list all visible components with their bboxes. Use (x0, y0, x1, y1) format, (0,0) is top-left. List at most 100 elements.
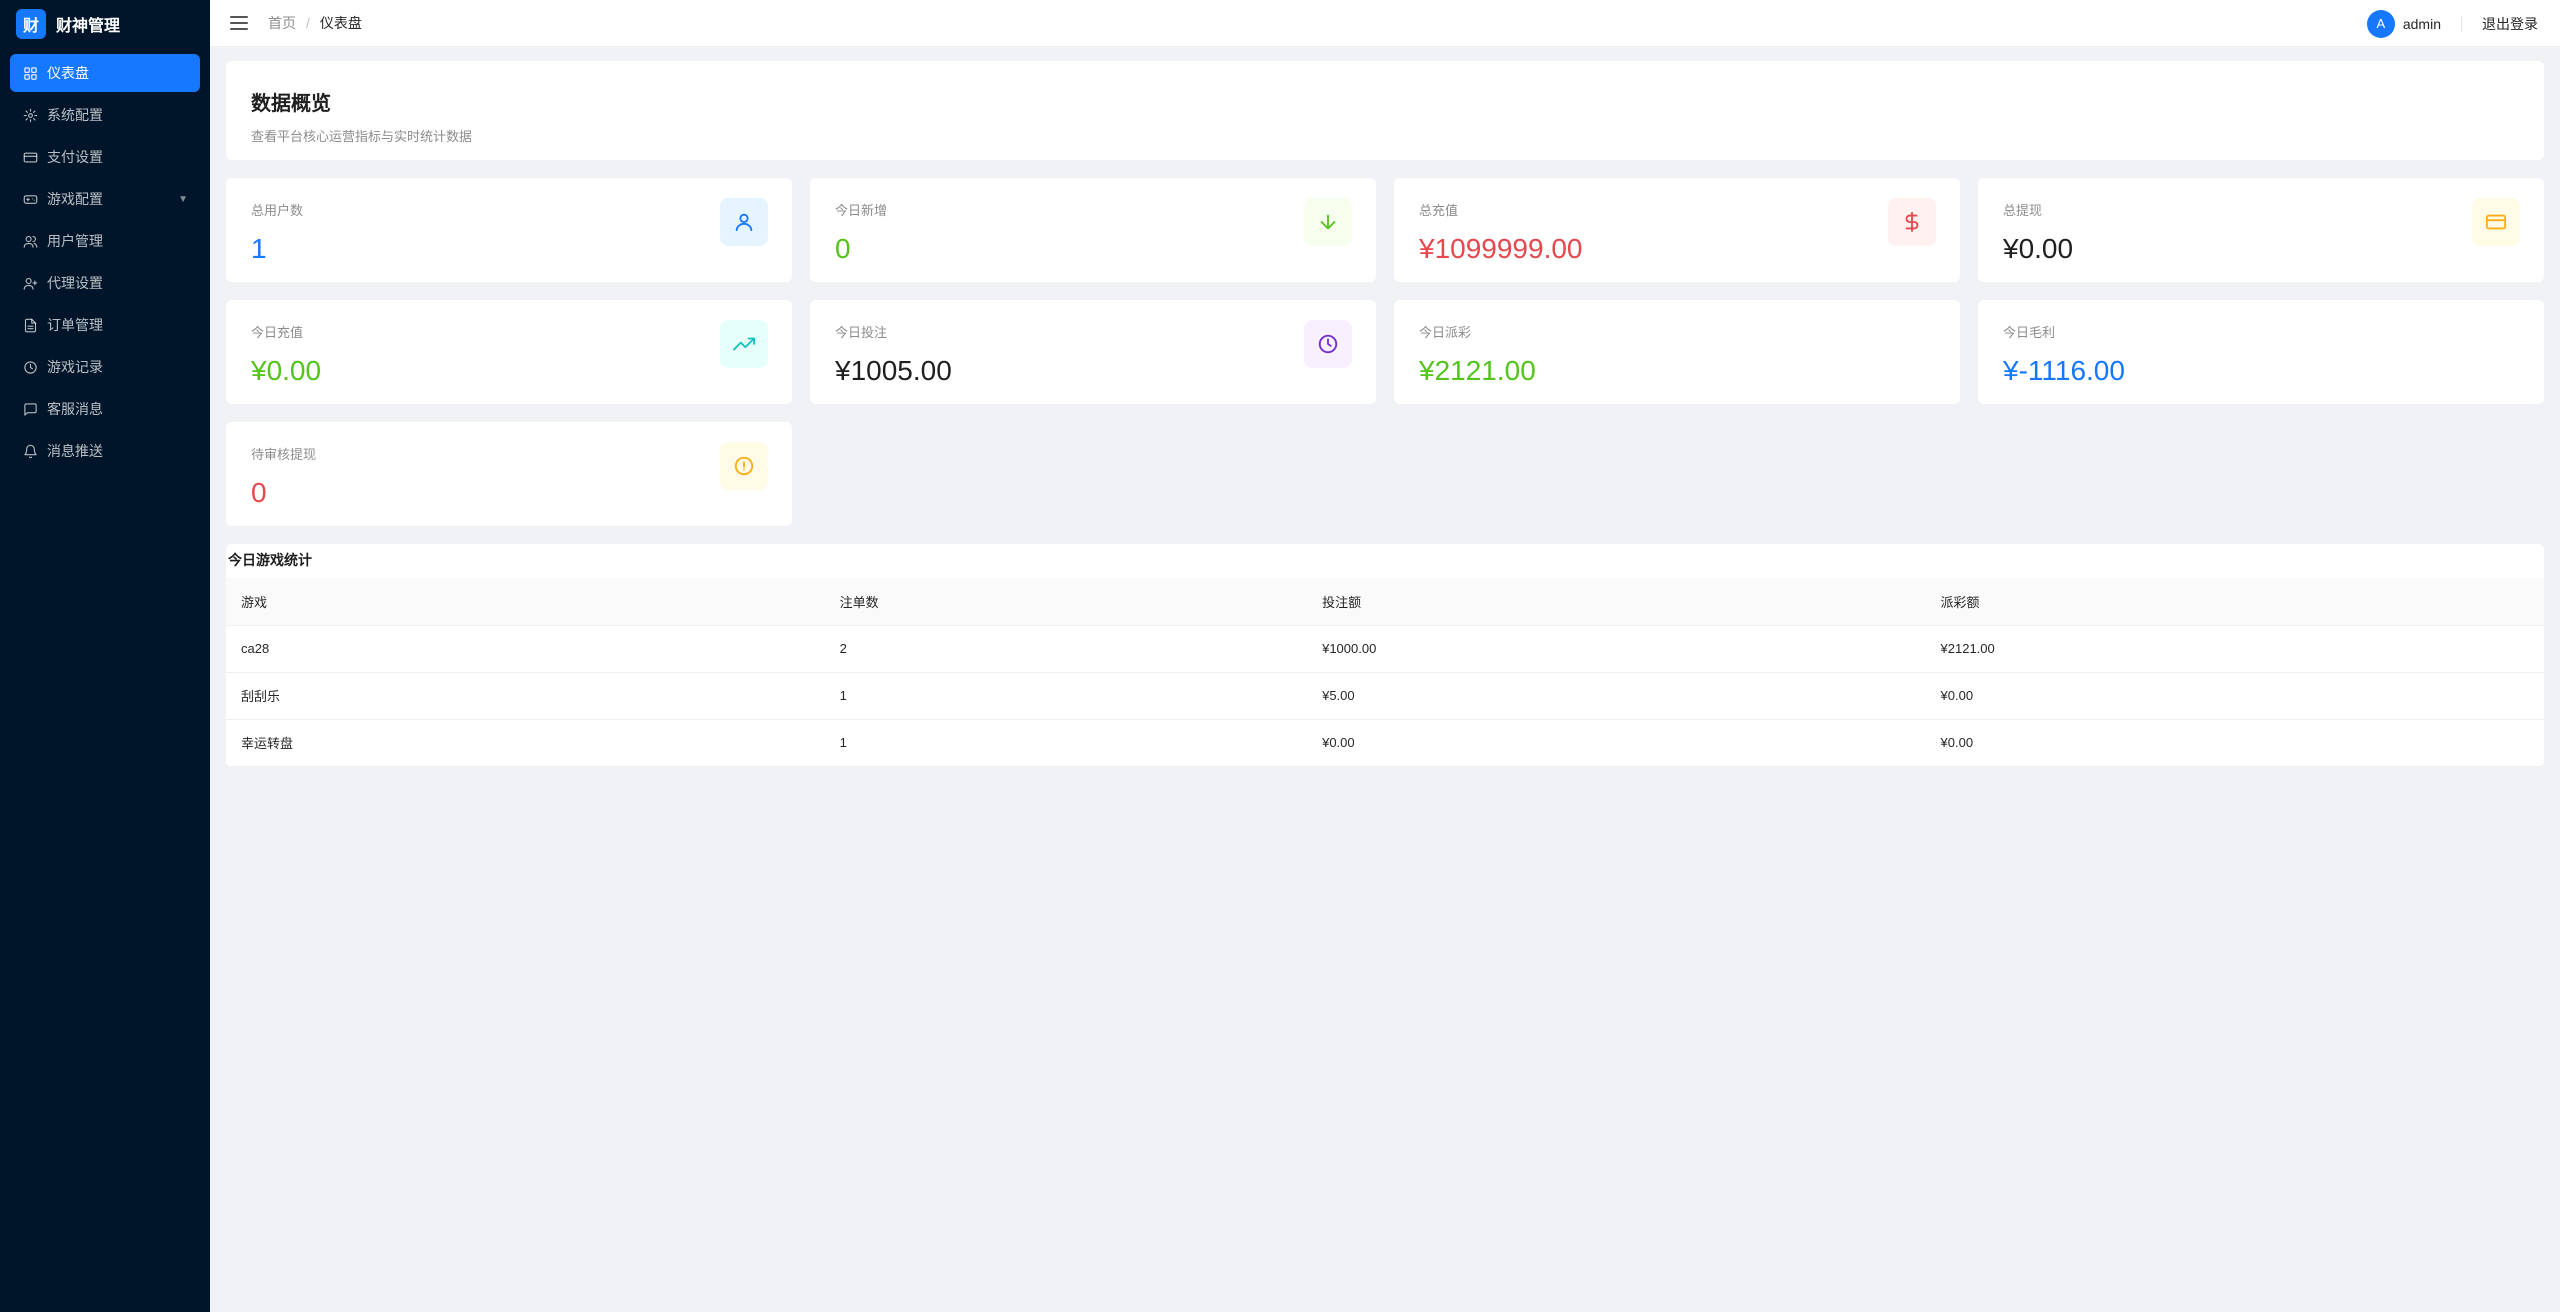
breadcrumb: 首页 / 仪表盘 (268, 13, 362, 33)
game-stats-table: 游戏 注单数 投注额 派彩额 ca28 2 ¥1000.00 ¥2121.00 刮刮乐 1 ¥5.… (226, 578, 2544, 767)
gear-icon (22, 107, 38, 123)
gamepad-icon (22, 191, 38, 207)
stat-label: 总提现 (2003, 203, 2043, 218)
table-row: 幸运转盘 1 ¥0.00 ¥0.00 (226, 719, 2544, 767)
table-cell: 2 (824, 625, 1308, 673)
sidebar-item-3[interactable]: 游戏配置 ▼ (10, 180, 200, 218)
column-header: 游戏 (226, 578, 825, 626)
sidebar-item-7[interactable]: 游戏记录 (10, 348, 200, 386)
sidebar-item-1[interactable]: 系统配置 (10, 96, 200, 134)
stat-card: 今日毛利 ¥-1116.00 (1978, 300, 2544, 404)
table-cell: ¥0.00 (1307, 719, 1926, 767)
sidebar-item-9[interactable]: 消息推送 (10, 432, 200, 470)
stat-value: ¥0.00 (251, 355, 322, 386)
stat-label: 总用户数 (251, 203, 304, 218)
header-user-area: A admin 退出登录 (2366, 0, 2538, 47)
stat-value: 0 (251, 477, 267, 508)
stat-card: 待审核提现 0 (226, 422, 792, 526)
user-icon (720, 198, 768, 246)
sidebar-item-5[interactable]: 代理设置 (10, 264, 200, 302)
sidebar-item-0[interactable]: 仪表盘 (10, 54, 200, 92)
alert-icon (720, 442, 768, 490)
stat-label: 待审核提现 (251, 447, 317, 462)
table-cell: 刮刮乐 (226, 672, 825, 720)
table-cell: 1 (824, 719, 1308, 767)
table-cell: ca28 (226, 625, 825, 673)
logout-button[interactable]: 退出登录 (2482, 14, 2538, 34)
breadcrumb-home[interactable]: 首页 (268, 13, 296, 33)
stat-value: ¥2121.00 (1419, 355, 1536, 386)
dollar-icon (1888, 198, 1936, 246)
table-row: ca28 2 ¥1000.00 ¥2121.00 (226, 625, 2544, 673)
top-header: 首页 / 仪表盘 A admin 退出登录 (210, 0, 2560, 47)
menu-toggle-icon[interactable] (230, 16, 248, 30)
sidebar-item-label: 客服消息 (47, 401, 103, 417)
sidebar-item-label: 支付设置 (47, 149, 103, 165)
username[interactable]: admin (2403, 16, 2441, 32)
sidebar-item-label: 用户管理 (47, 233, 103, 249)
sidebar-item-label: 游戏记录 (47, 359, 103, 375)
logo[interactable]: 财 财神管理 (0, 0, 210, 48)
sidebar: 财 财神管理 仪表盘系统配置支付设置游戏配置 ▼ 用户管理代理设置订单管理游戏记录客… (0, 0, 210, 1312)
stat-card: 总提现 ¥0.00 (1978, 178, 2544, 282)
avatar[interactable]: A (2366, 9, 2395, 38)
table-body: ca28 2 ¥1000.00 ¥2121.00 刮刮乐 1 ¥5.00 ¥0.00 幸运转盘 1… (226, 625, 2544, 767)
page-subtitle: 查看平台核心运营指标与实时统计数据 (251, 129, 473, 144)
sidebar-item-label: 系统配置 (47, 107, 103, 123)
stat-label: 总充值 (1419, 203, 1459, 218)
stat-card: 总充值 ¥1099999.00 (1394, 178, 1960, 282)
sidebar-item-8[interactable]: 客服消息 (10, 390, 200, 428)
table-row: 刮刮乐 1 ¥5.00 ¥0.00 (226, 672, 2544, 720)
message-icon (22, 401, 38, 417)
user-plus-icon (22, 275, 38, 291)
stat-card: 今日新增 0 (810, 178, 1376, 282)
sidebar-item-label: 仪表盘 (47, 65, 89, 81)
sidebar-item-label: 代理设置 (47, 275, 103, 291)
table-cell: ¥0.00 (1925, 672, 2544, 720)
table-cell: 1 (824, 672, 1308, 720)
trending-up-icon (720, 320, 768, 368)
document-icon (22, 317, 38, 333)
stat-value: 1 (251, 233, 267, 264)
sidebar-menu: 仪表盘系统配置支付设置游戏配置 ▼ 用户管理代理设置订单管理游戏记录客服消息消息推送 (0, 54, 210, 470)
stat-label: 今日派彩 (1419, 325, 1472, 340)
clock-icon (1304, 320, 1352, 368)
stat-value: ¥1005.00 (835, 355, 952, 386)
main-content: 数据概览 查看平台核心运营指标与实时统计数据 总用户数 1 今日新增 0 总充值 ¥109… (226, 61, 2544, 767)
stat-card: 今日充值 ¥0.00 (226, 300, 792, 404)
bell-icon (22, 443, 38, 459)
users-icon (22, 233, 38, 249)
stat-card: 今日派彩 ¥2121.00 (1394, 300, 1960, 404)
column-header: 注单数 (824, 578, 1308, 626)
stat-label: 今日新增 (835, 203, 888, 218)
game-stats-card: 今日游戏统计 游戏 注单数 投注额 派彩额 ca28 2 ¥1000.00 ¥2121.00… (226, 544, 2544, 767)
stat-value: 0 (835, 233, 851, 264)
table-header-row: 游戏 注单数 投注额 派彩额 (226, 578, 2544, 626)
stat-card: 今日投注 ¥1005.00 (810, 300, 1376, 404)
app-name: 财神管理 (56, 18, 121, 35)
stat-label: 今日投注 (835, 325, 888, 340)
breadcrumb-current: 仪表盘 (319, 15, 362, 31)
page-title: 数据概览 (251, 93, 331, 115)
sidebar-item-4[interactable]: 用户管理 (10, 222, 200, 260)
stat-label: 今日充值 (251, 325, 304, 340)
stat-label: 今日毛利 (2003, 325, 2056, 340)
sidebar-item-label: 订单管理 (47, 317, 103, 333)
dashboard-icon (22, 65, 38, 81)
stat-value: ¥-1116.00 (2003, 355, 2125, 386)
sidebar-item-label: 游戏配置 (47, 191, 103, 207)
table-cell: ¥1000.00 (1307, 625, 1926, 673)
sidebar-item-2[interactable]: 支付设置 (10, 138, 200, 176)
overview-card: 数据概览 查看平台核心运营指标与实时统计数据 (226, 61, 2544, 160)
card-icon (22, 149, 38, 165)
card-icon (2472, 198, 2520, 246)
logo-icon: 财 (16, 9, 46, 39)
arrow-down-icon (1304, 198, 1352, 246)
breadcrumb-separator: / (306, 15, 310, 31)
sidebar-item-6[interactable]: 订单管理 (10, 306, 200, 344)
stats-grid: 总用户数 1 今日新增 0 总充值 ¥1099999.00 总提现 ¥0.00 今日充值 ¥0.0… (226, 178, 2544, 526)
table-cell: ¥5.00 (1307, 672, 1926, 720)
table-cell: 幸运转盘 (226, 719, 825, 767)
clock-icon (22, 359, 38, 375)
chevron-down-icon[interactable]: ▼ (178, 194, 188, 205)
